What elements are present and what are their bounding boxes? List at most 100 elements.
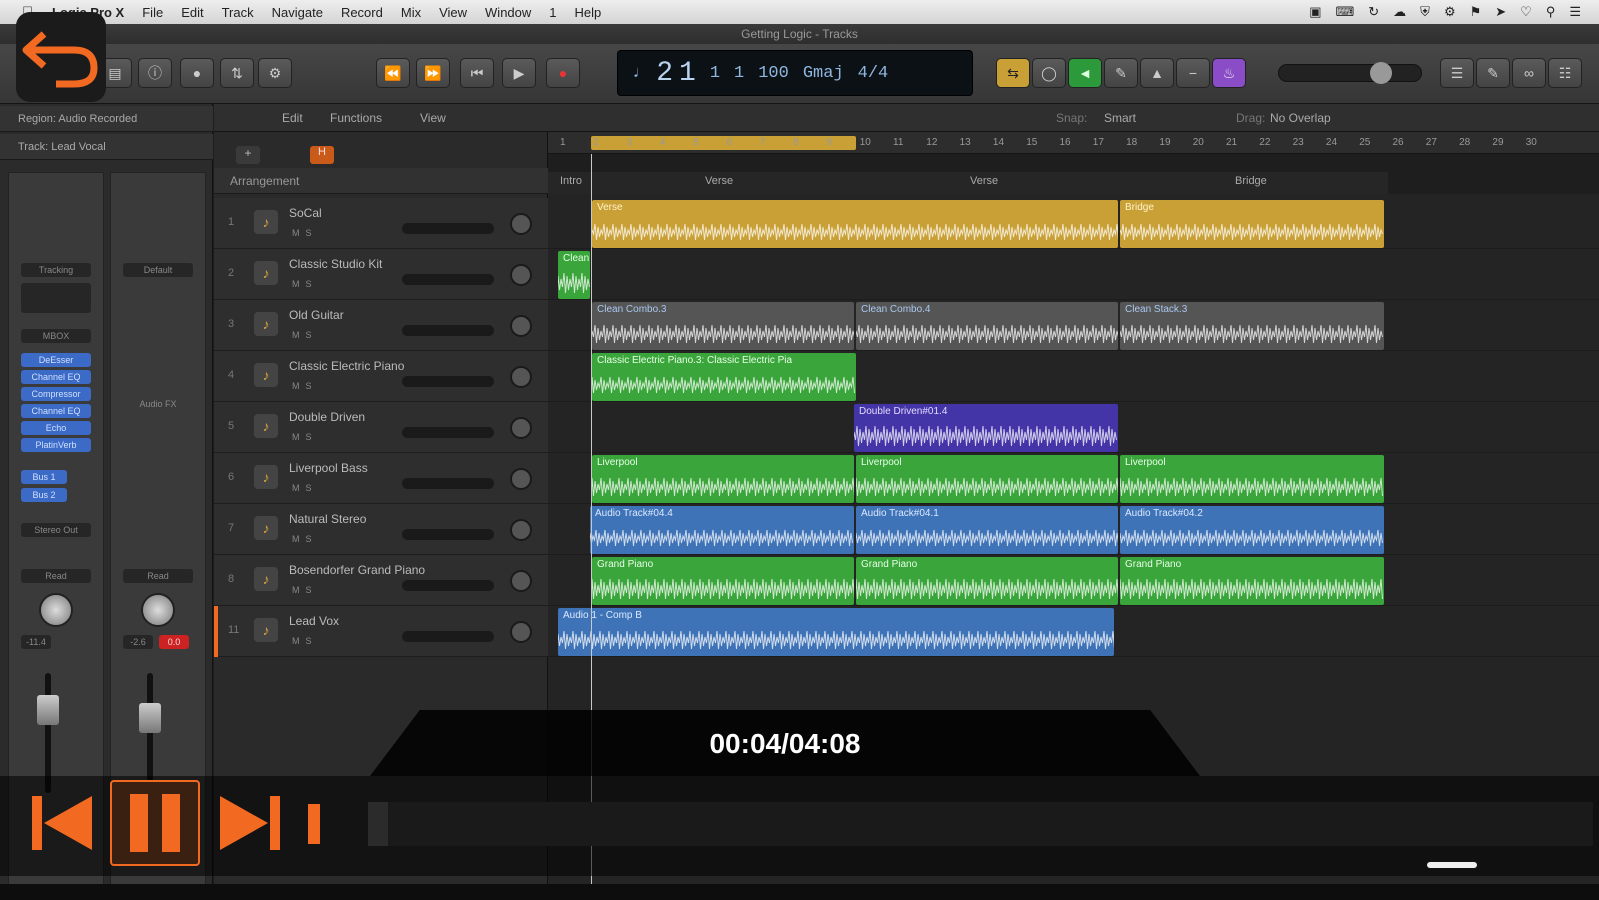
track-name[interactable]: Classic Studio Kit [289,257,382,271]
track-header-2[interactable]: 2 ♪ Classic Studio Kit MS [214,249,548,300]
amp-icon[interactable]: ♪ [254,312,278,336]
track-header-8[interactable]: 8 ♪ Bosendorfer Grand Piano MS [214,555,548,606]
loop-browser-button[interactable]: ∞ [1512,58,1546,88]
plugin-slot[interactable]: Channel EQ [21,404,91,418]
sync-icon[interactable]: ↻ [1368,4,1379,20]
volume-fader-right[interactable] [139,703,161,733]
track-volume-slider[interactable] [402,274,494,285]
cycle-button[interactable]: ⇆ [996,58,1030,88]
setting-right[interactable]: Default [123,263,193,277]
previous-icon[interactable] [28,790,98,856]
track-name[interactable]: Double Driven [289,410,365,424]
track-name[interactable]: Classic Electric Piano [289,359,404,373]
count-in-button[interactable]: ◄ [1068,58,1102,88]
functions-menu[interactable]: Functions [330,111,382,125]
mute-solo-buttons[interactable]: MS [292,330,318,340]
region[interactable]: Audio Track#04.2 [1120,506,1384,554]
region[interactable]: Clean Stack.3 [1120,302,1384,350]
shield-icon[interactable]: ⛨ [1420,4,1430,20]
tuner-button[interactable]: ♨ [1212,58,1246,88]
mute-solo-buttons[interactable]: MS [292,585,318,595]
drumkit-icon[interactable]: ♪ [254,261,278,285]
plugin-slot[interactable]: Channel EQ [21,370,91,384]
volume-indicator[interactable] [308,804,320,844]
drag-value[interactable]: No Overlap [1270,111,1331,125]
track-volume-slider[interactable] [402,325,494,336]
pause-button[interactable] [110,780,200,866]
menu-view[interactable]: View [439,5,467,20]
pan-knob-right[interactable] [141,593,175,627]
mute-solo-buttons[interactable]: MS [292,534,318,544]
menu-1[interactable]: 1 [549,5,556,20]
region[interactable]: Double Driven#01.4 [854,404,1118,452]
rewind-button[interactable]: ⏪ [376,58,410,88]
automation-mode-right[interactable]: Read [123,569,193,583]
track-name[interactable]: SoCal [289,206,322,220]
snap-value[interactable]: Smart [1104,111,1136,125]
track-header-1[interactable]: 1 ♪ SoCal MS [214,198,548,249]
output-slot[interactable]: Stereo Out [21,523,91,537]
master-volume-slider[interactable] [1278,64,1422,82]
mute-solo-buttons[interactable]: MS [292,636,318,646]
guitar-icon[interactable]: ♪ [254,516,278,540]
list-icon[interactable]: ☰ [1569,4,1581,20]
menu-track[interactable]: Track [222,5,254,20]
plugin-slot[interactable]: Echo [21,421,91,435]
track-name[interactable]: Liverpool Bass [289,461,368,475]
track-pan-knob[interactable] [510,519,532,541]
track-header-9[interactable]: 11 ♪ Lead Vox MS [214,606,548,657]
track-volume-slider[interactable] [402,529,494,540]
region[interactable]: Bridge [1120,200,1384,248]
browser-button[interactable]: ☷ [1548,58,1582,88]
solo-button[interactable]: − [1176,58,1210,88]
track-name[interactable]: Lead Vox [289,614,339,628]
master-volume-knob[interactable] [1370,62,1392,84]
track-header-7[interactable]: 7 ♪ Natural Stereo MS [214,504,548,555]
track-header[interactable]: Track: Lead Vocal [0,134,213,160]
back-button[interactable] [16,12,106,102]
menu-navigate[interactable]: Navigate [272,5,323,20]
track-name[interactable]: Natural Stereo [289,512,366,526]
lcd-display[interactable]: ♩ 2 1 1 1 100 Gmaj 4/4 [617,50,973,96]
marker-3[interactable]: Verse [970,175,998,187]
track-name[interactable]: Old Guitar [289,308,344,322]
list-editors-button[interactable]: ☰ [1440,58,1474,88]
region[interactable]: Verse [592,200,1118,248]
track-header-3[interactable]: 3 ♪ Old Guitar MS [214,300,548,351]
menu-help[interactable]: Help [575,5,602,20]
global-tracks-button[interactable]: H [310,146,334,164]
notepad-button[interactable]: ✎ [1476,58,1510,88]
track-header-4[interactable]: 4 ♪ Classic Electric Piano MS [214,351,548,402]
menu-edit[interactable]: Edit [181,5,203,20]
keys-icon[interactable]: ♪ [254,363,278,387]
menu-window[interactable]: Window [485,5,531,20]
region[interactable]: Audio Track#04.1 [856,506,1118,554]
automation-mode-left[interactable]: Read [21,569,91,583]
send-slot[interactable]: Bus 1 [21,470,67,484]
pan-knob-left[interactable] [39,593,73,627]
track-pan-knob[interactable] [510,315,532,337]
amp-icon[interactable]: ♪ [254,414,278,438]
volume-level[interactable] [1427,862,1477,868]
region[interactable]: Liverpool [856,455,1118,503]
keyboard-icon[interactable]: ⌨ [1336,4,1355,20]
add-track-button[interactable]: + [236,146,260,164]
track-pan-knob[interactable] [510,468,532,490]
metronome-button[interactable]: ▲ [1140,58,1174,88]
track-header-6[interactable]: 6 ♪ Liverpool Bass MS [214,453,548,504]
go-to-start-button[interactable]: ⏮ [460,58,494,88]
mute-solo-buttons[interactable]: MS [292,381,318,391]
progress-bar[interactable] [368,802,1593,846]
track-name[interactable]: Bosendorfer Grand Piano [289,563,425,577]
gear-icon[interactable]: ⚙ [1444,4,1456,20]
region[interactable]: Clean Combo.4 [856,302,1118,350]
track-pan-knob[interactable] [510,213,532,235]
track-pan-knob[interactable] [510,366,532,388]
menu-record[interactable]: Record [341,5,383,20]
region[interactable]: Grand Piano [856,557,1118,605]
mute-solo-buttons[interactable]: MS [292,432,318,442]
menu-mix[interactable]: Mix [401,5,421,20]
track-pan-knob[interactable] [510,621,532,643]
smart-controls-button[interactable]: ⚙ [258,58,292,88]
drum-icon[interactable]: ♪ [254,210,278,234]
